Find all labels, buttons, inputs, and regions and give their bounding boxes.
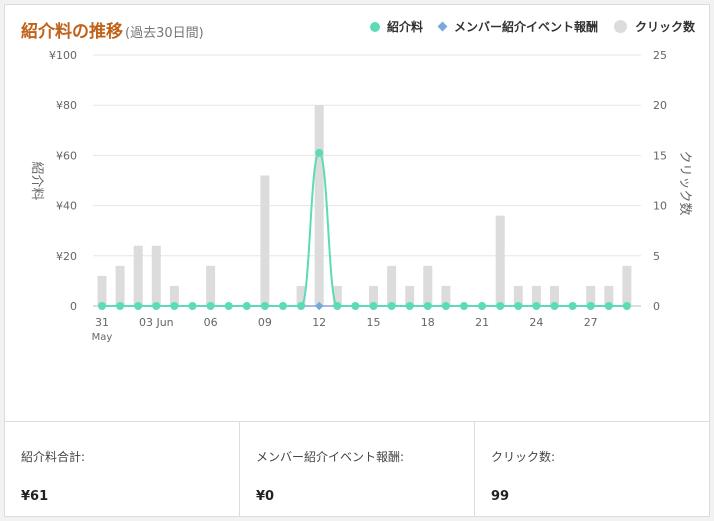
fee-point <box>586 302 595 310</box>
stats-row: 紹介料合計: ¥61 メンバー紹介イベント報酬: ¥0 クリック数: 99 <box>5 421 709 517</box>
left-axis-title: 紹介料 <box>29 161 44 200</box>
fee-point <box>170 302 179 310</box>
fee-point <box>405 302 414 310</box>
click-bar <box>622 265 632 306</box>
fee-point <box>369 302 378 310</box>
fee-point <box>622 302 631 310</box>
left-tick-label: 0 <box>70 300 77 313</box>
fee-point <box>351 302 360 310</box>
x-tick-label: 18 <box>421 316 435 329</box>
fee-point <box>297 302 306 310</box>
fee-point <box>460 302 468 310</box>
fee-point <box>260 302 269 310</box>
fee-point <box>315 148 324 157</box>
left-tick-label: ¥100 <box>49 49 77 62</box>
x-tick-label: 03 Jun <box>139 316 174 329</box>
x-tick-label: 15 <box>367 316 381 329</box>
fee-point <box>134 302 143 310</box>
right-tick-label: 25 <box>653 49 667 62</box>
fee-point <box>478 302 487 310</box>
stat-clicks: クリック数: 99 <box>475 422 709 517</box>
referral-fee-chart: ¥100 25 ¥80 20 ¥60 15 ¥40 10 ¥20 5 0 0 紹介料 クリック数 31 03 … <box>29 49 692 343</box>
stat-total-fee: 紹介料合計: ¥61 <box>5 422 240 517</box>
click-bar <box>260 175 270 306</box>
x-tick-label: 24 <box>529 316 543 329</box>
stat-value: ¥61 <box>21 489 49 504</box>
left-tick-label: ¥60 <box>56 149 77 162</box>
stat-value: 99 <box>491 489 510 504</box>
fee-point <box>514 302 523 310</box>
fee-point <box>242 302 251 310</box>
fee-point <box>550 302 559 310</box>
left-tick-label: ¥80 <box>56 99 77 112</box>
x-tick-label: 09 <box>258 316 272 329</box>
left-tick-label: ¥40 <box>56 200 77 213</box>
fee-point <box>568 302 577 310</box>
x-tick-label: 21 <box>475 316 489 329</box>
x-tick-label: 06 <box>204 316 218 329</box>
fee-point <box>441 302 450 310</box>
fee-point <box>387 302 396 310</box>
fee-series-line <box>101 151 627 307</box>
referral-fee-card: 紹介料の推移 (過去30日間) 紹介料 メンバー紹介イベント報酬 クリック数 ¥1… <box>4 4 710 517</box>
fee-point <box>116 302 125 310</box>
left-tick-label: ¥20 <box>56 250 77 263</box>
fee-point <box>224 302 233 310</box>
fee-point <box>423 302 432 310</box>
x-tick-sublabel: May <box>92 332 113 343</box>
right-tick-label: 5 <box>653 250 660 263</box>
click-bar <box>206 265 216 306</box>
x-tick-label: 31 <box>95 316 109 329</box>
stat-value: ¥0 <box>256 489 275 504</box>
stat-label: 紹介料合計: <box>21 450 86 464</box>
fee-point <box>279 302 287 310</box>
right-tick-label: 10 <box>653 200 667 213</box>
click-bar <box>115 265 125 306</box>
fee-point <box>333 302 342 310</box>
right-tick-label: 15 <box>653 149 667 162</box>
fee-point <box>496 302 505 310</box>
click-bar <box>423 265 433 306</box>
stat-label: メンバー紹介イベント報酬: <box>256 450 405 464</box>
fee-point <box>152 302 161 310</box>
click-bar <box>151 245 161 306</box>
x-tick-label: 27 <box>584 316 598 329</box>
right-tick-label: 0 <box>653 300 660 313</box>
fee-point <box>188 302 197 310</box>
click-bar <box>314 105 324 306</box>
stat-event-reward: メンバー紹介イベント報酬: ¥0 <box>240 422 475 517</box>
right-tick-label: 20 <box>653 99 667 112</box>
click-bar <box>387 265 397 306</box>
stat-label: クリック数: <box>491 450 556 464</box>
fee-point <box>206 302 215 310</box>
click-bar <box>133 245 143 306</box>
x-tick-label: 12 <box>312 316 326 329</box>
fee-point <box>532 302 541 310</box>
fee-point <box>98 302 106 310</box>
fee-point <box>604 302 613 310</box>
right-axis-title: クリック数 <box>677 150 692 215</box>
click-bar <box>495 215 505 306</box>
click-bar <box>97 275 107 306</box>
